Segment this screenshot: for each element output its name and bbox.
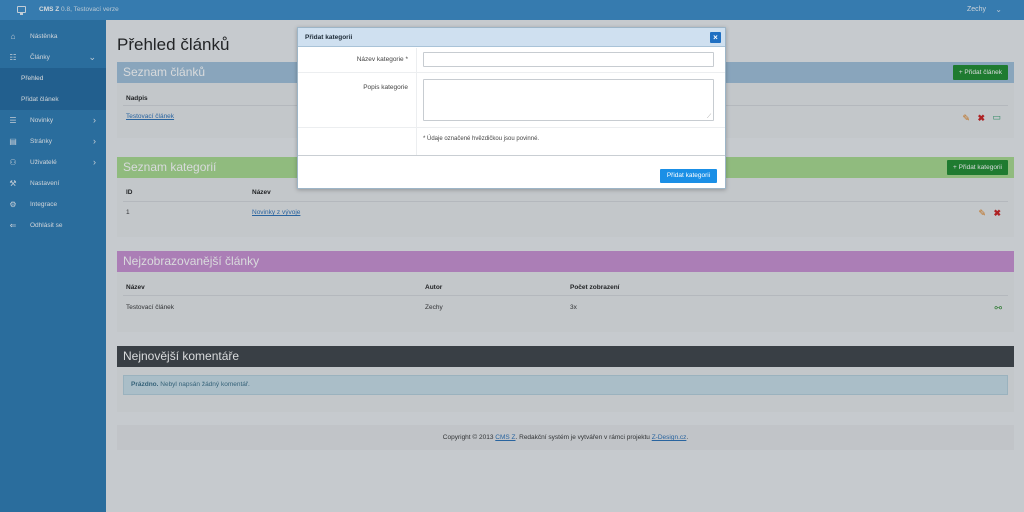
add-category-dialog: Přidat kategorii × Název kategorie * Pop… xyxy=(297,27,726,189)
divider xyxy=(298,72,725,73)
resize-handle-icon[interactable]: ⟋ xyxy=(707,114,711,121)
close-icon[interactable]: × xyxy=(710,32,721,43)
divider xyxy=(298,127,725,128)
submit-category-button[interactable]: Přidat kategorii xyxy=(660,169,717,183)
description-label: Popis kategorie xyxy=(363,84,408,91)
category-name-input[interactable] xyxy=(423,52,714,67)
category-description-textarea[interactable] xyxy=(423,79,714,121)
divider xyxy=(298,155,725,156)
required-note: * Údaje označené hvězdičkou jsou povinné… xyxy=(423,136,540,142)
dialog-header: Přidat kategorii × xyxy=(298,28,725,47)
divider xyxy=(416,48,417,155)
dialog-title: Přidat kategorii xyxy=(305,34,353,41)
name-label: Název kategorie * xyxy=(356,56,408,63)
